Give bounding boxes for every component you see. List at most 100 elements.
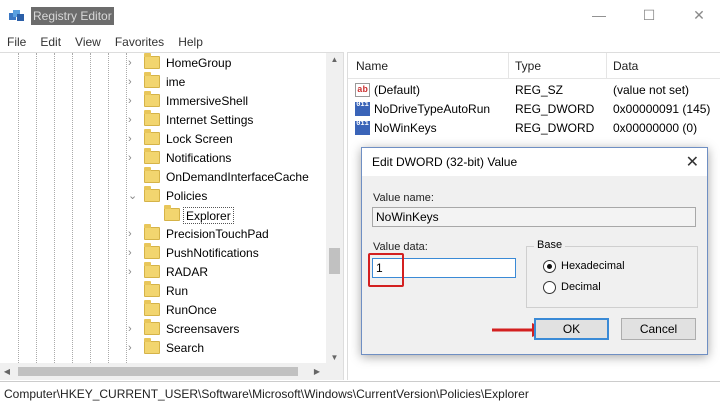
- scroll-thumb[interactable]: [329, 248, 340, 274]
- tree-horizontal-scrollbar[interactable]: ◀ ▶: [0, 363, 343, 380]
- folder-icon: [144, 110, 160, 126]
- scroll-right-arrow-icon[interactable]: ▶: [310, 365, 324, 379]
- close-window-button[interactable]: ✕: [676, 0, 720, 30]
- minimize-button[interactable]: —: [576, 0, 622, 30]
- string-value-icon: ab: [355, 83, 370, 97]
- tree-item-notifications[interactable]: › Notifications: [0, 148, 324, 168]
- value-type: REG_DWORD: [515, 102, 595, 116]
- tree-item-label: ime: [166, 75, 186, 89]
- tree-item-search[interactable]: › Search: [0, 338, 324, 358]
- expand-chevron-icon[interactable]: ›: [128, 323, 138, 335]
- tree-item-immersiveshell[interactable]: › ImmersiveShell: [0, 91, 324, 111]
- value-row-nodrivetypeautorun[interactable]: 011 NoDriveTypeAutoRun REG_DWORD 0x00000…: [348, 100, 720, 119]
- tree-item-label: OnDemandInterfaceCache: [166, 170, 309, 184]
- value-data-label: Value data:: [373, 241, 428, 253]
- cancel-button[interactable]: Cancel: [621, 318, 696, 340]
- window-title: Registry Editor: [31, 7, 114, 25]
- tree-item-label: PushNotifications: [166, 246, 259, 260]
- key-tree-pane[interactable]: › HomeGroup › ime › ImmersiveShell › Interne…: [0, 52, 344, 380]
- tree-item-label: Notifications: [166, 151, 232, 165]
- tree-item-radar[interactable]: › RADAR: [0, 262, 324, 282]
- folder-icon: [144, 338, 160, 354]
- folder-icon: [144, 243, 160, 259]
- tree-item-label: Internet Settings: [166, 113, 254, 127]
- menu-edit[interactable]: Edit: [33, 32, 68, 52]
- menu-file[interactable]: File: [0, 32, 33, 52]
- annotation-highlight-box: [368, 253, 404, 287]
- folder-icon: [164, 205, 180, 221]
- edit-dword-dialog: Edit DWORD (32-bit) Value ✕ Value name: …: [361, 147, 708, 355]
- value-row-default[interactable]: ab (Default) REG_SZ (value not set): [348, 81, 720, 100]
- column-header-type[interactable]: Type: [515, 59, 541, 73]
- maximize-button[interactable]: ☐: [626, 0, 672, 30]
- tree-item-label: RADAR: [166, 265, 209, 279]
- expand-chevron-icon: [128, 171, 138, 183]
- folder-icon: [144, 91, 160, 107]
- tree-item-label: ImmersiveShell: [166, 94, 249, 108]
- folder-icon: [144, 300, 160, 316]
- column-divider[interactable]: [508, 53, 509, 79]
- expand-chevron-icon[interactable]: ›: [128, 57, 138, 69]
- dialog-title: Edit DWORD (32-bit) Value: [372, 155, 518, 169]
- list-header: Name Type Data: [348, 53, 720, 79]
- value-name-label: Value name:: [373, 192, 434, 204]
- value-data: 0x00000000 (0): [613, 121, 698, 135]
- expand-chevron-icon[interactable]: ›: [128, 228, 138, 240]
- tree-item-internet-settings[interactable]: › Internet Settings: [0, 110, 324, 130]
- tree-item-pushnotifications[interactable]: › PushNotifications: [0, 243, 324, 263]
- tree-item-run[interactable]: Run: [0, 281, 324, 301]
- column-header-data[interactable]: Data: [613, 59, 638, 73]
- dialog-title-bar: Edit DWORD (32-bit) Value ✕: [362, 148, 707, 176]
- registry-editor-icon: [9, 10, 24, 21]
- value-row-nowinkeys[interactable]: 011 NoWinKeys REG_DWORD 0x00000000 (0): [348, 119, 720, 138]
- value-name: NoDriveTypeAutoRun: [374, 102, 491, 116]
- expand-chevron-icon[interactable]: ›: [128, 114, 138, 126]
- expand-chevron-icon[interactable]: ›: [128, 152, 138, 164]
- radio-hexadecimal-label[interactable]: Hexadecimal: [561, 260, 625, 272]
- expand-chevron-icon[interactable]: ›: [128, 342, 138, 354]
- dialog-close-icon[interactable]: ✕: [686, 152, 699, 172]
- tree-item-policies[interactable]: ⌄ Policies: [0, 186, 324, 206]
- folder-icon: [144, 319, 160, 335]
- tree-item-runonce[interactable]: RunOnce: [0, 300, 324, 320]
- tree-item-label: HomeGroup: [166, 56, 232, 70]
- radio-decimal-label[interactable]: Decimal: [561, 281, 601, 293]
- binary-value-icon: 011: [355, 121, 370, 135]
- scroll-thumb[interactable]: [18, 367, 298, 376]
- tree-vertical-scrollbar[interactable]: ▲ ▼: [326, 53, 343, 365]
- expand-chevron-icon[interactable]: ›: [128, 247, 138, 259]
- value-name-field[interactable]: NoWinKeys: [372, 207, 696, 227]
- folder-icon: [144, 148, 160, 164]
- scroll-left-arrow-icon[interactable]: ◀: [0, 365, 14, 379]
- tree-item-lock-screen[interactable]: › Lock Screen: [0, 129, 324, 149]
- value-data: (value not set): [613, 83, 690, 97]
- expand-chevron-icon[interactable]: ›: [128, 266, 138, 278]
- column-header-name[interactable]: Name: [356, 59, 388, 73]
- radio-hexadecimal[interactable]: [543, 260, 556, 273]
- value-name: NoWinKeys: [374, 121, 437, 135]
- tree-item-screensavers[interactable]: › Screensavers: [0, 319, 324, 339]
- expand-chevron-icon[interactable]: ›: [128, 133, 138, 145]
- expand-chevron-icon[interactable]: ›: [128, 76, 138, 88]
- ok-button[interactable]: OK: [534, 318, 609, 340]
- tree-item-precisiontouchpad[interactable]: › PrecisionTouchPad: [0, 224, 324, 244]
- menu-help[interactable]: Help: [171, 32, 210, 52]
- tree-item-label: Run: [166, 284, 189, 298]
- tree-item-explorer[interactable]: Explorer: [0, 205, 324, 225]
- menu-view[interactable]: View: [68, 32, 108, 52]
- tree-item-ondemandinterfacecache[interactable]: OnDemandInterfaceCache: [0, 167, 324, 187]
- base-group-label: Base: [534, 239, 566, 251]
- folder-icon: [144, 72, 160, 88]
- expand-chevron-icon[interactable]: ›: [128, 95, 138, 107]
- scroll-up-arrow-icon[interactable]: ▲: [326, 53, 343, 67]
- value-type: REG_SZ: [515, 83, 564, 97]
- folder-icon: [144, 281, 160, 297]
- menu-favorites[interactable]: Favorites: [108, 32, 171, 52]
- folder-icon: [144, 129, 160, 145]
- tree-item-homegroup[interactable]: › HomeGroup: [0, 53, 324, 73]
- tree-item-label: Search: [166, 341, 205, 355]
- radio-decimal[interactable]: [543, 281, 556, 294]
- collapse-chevron-icon[interactable]: ⌄: [128, 190, 138, 202]
- column-divider[interactable]: [606, 53, 607, 79]
- tree-item-ime[interactable]: › ime: [0, 72, 324, 92]
